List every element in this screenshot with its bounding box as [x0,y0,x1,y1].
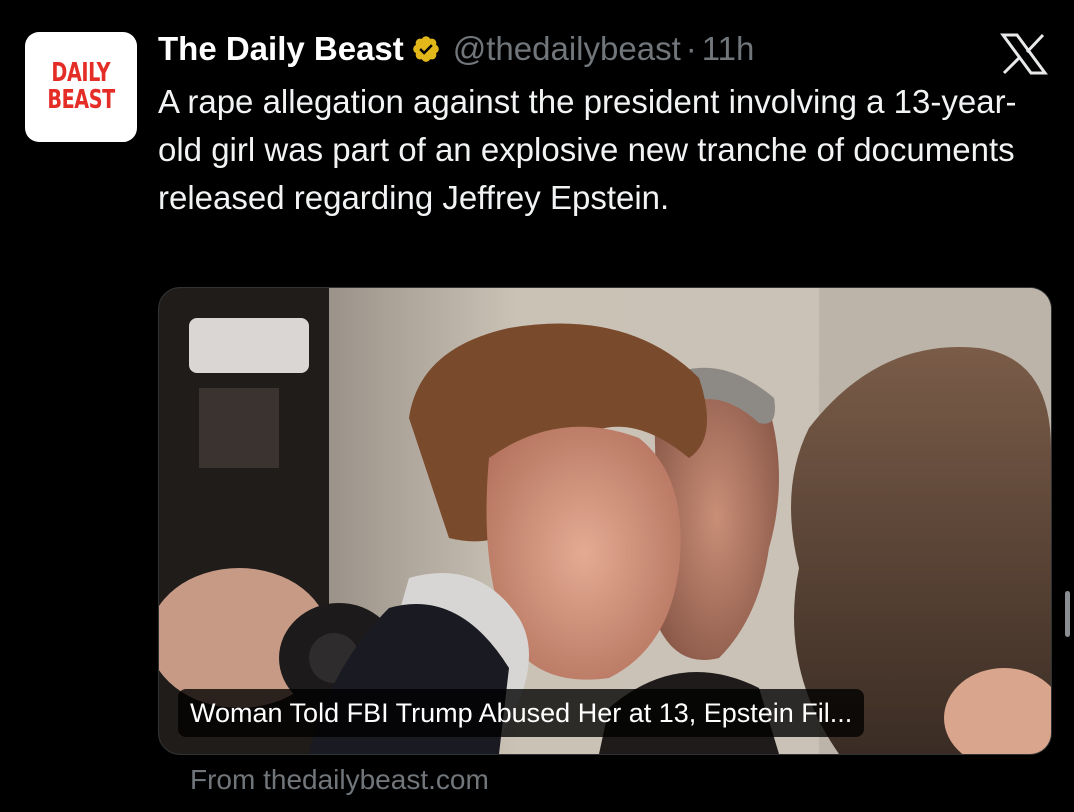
link-preview-card[interactable]: Woman Told FBI Trump Abused Her at 13, E… [158,287,1052,755]
handle[interactable]: @thedailybeast [453,30,681,68]
verified-badge-icon [412,36,439,62]
avatar-logo-line-2: BEAST [47,85,115,115]
scrollbar[interactable] [1065,591,1070,637]
link-source[interactable]: From thedailybeast.com [190,764,489,796]
separator-dot: · [685,30,697,67]
link-headline[interactable]: Woman Told FBI Trump Abused Her at 13, E… [178,689,865,737]
article-photo [159,288,1051,754]
x-logo-icon [1000,33,1048,75]
tweet-text: A rape allegation against the president … [158,83,1017,216]
avatar[interactable]: DAILY BEAST [25,32,137,142]
timestamp[interactable]: 11h [702,30,755,68]
display-name[interactable]: The Daily Beast [158,30,404,68]
tweet-header: The Daily Beast @thedailybeast · 11h [158,26,754,72]
avatar-logo-line-1: DAILY [51,58,111,88]
